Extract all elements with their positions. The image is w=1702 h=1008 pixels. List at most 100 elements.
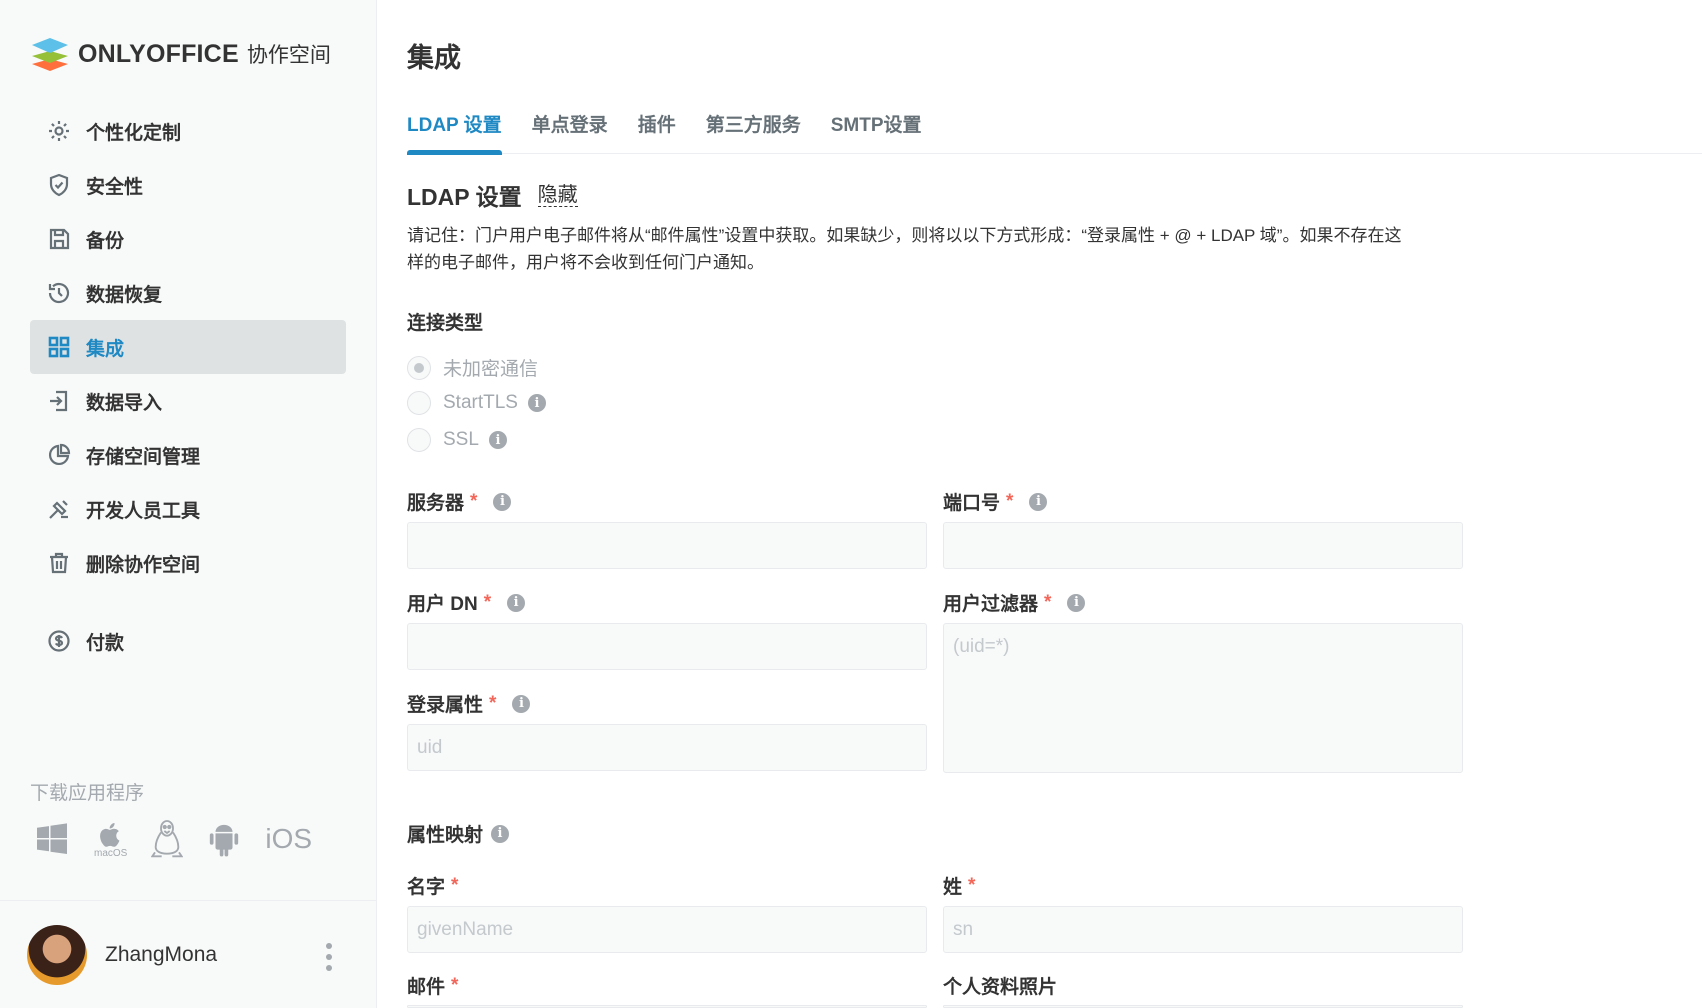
nav-item-integration[interactable]: 集成 [30, 320, 346, 374]
nav-divider [30, 590, 346, 614]
last-name-label: 姓 * [943, 872, 975, 899]
label-text: 姓 [943, 877, 963, 898]
label-text: 服务器 [407, 493, 465, 514]
tab-sso[interactable]: 单点登录 [532, 104, 608, 154]
tab-smtp-settings[interactable]: SMTP设置 [831, 104, 922, 154]
port-label: 端口号 * i [943, 488, 1048, 515]
login-attribute-input[interactable]: uid [407, 724, 927, 771]
radio-starttls[interactable]: StartTLS i [407, 391, 546, 415]
user-dn-label: 用户 DN * i [407, 589, 526, 616]
required-mark: * [1006, 490, 1014, 512]
tab-third-party-services[interactable]: 第三方服务 [706, 104, 801, 154]
nav-item-storage-management[interactable]: 存储空间管理 [30, 428, 346, 482]
required-mark: * [451, 874, 459, 896]
nav-label: 集成 [86, 338, 125, 360]
trash-icon [46, 550, 72, 576]
label-text: 连接类型 [407, 313, 484, 334]
label-text: 个人资料照片 [943, 977, 1058, 998]
import-icon [46, 388, 72, 414]
attribute-mapping-label: 属性映射 i [407, 820, 510, 847]
nav-item-payment[interactable]: 付款 [30, 614, 346, 668]
info-icon[interactable]: i [1067, 593, 1086, 612]
nav-label: 数据恢复 [86, 284, 163, 306]
main-content: 集成 LDAP 设置 单点登录 插件 第三方服务 SMTP设置 LDAP 设置 … [378, 0, 1702, 1008]
info-icon[interactable]: i [527, 394, 546, 412]
radio-button[interactable] [407, 391, 431, 415]
radio-button[interactable] [407, 428, 431, 452]
label-text: 邮件 [407, 977, 446, 998]
required-mark: * [1044, 591, 1052, 613]
more-options-icon[interactable] [325, 943, 333, 971]
windows-icon[interactable] [34, 821, 70, 857]
brand-name: ONLYOFFICE [78, 39, 239, 68]
user-dn-input[interactable] [407, 623, 927, 670]
label-text: 用户过滤器 [943, 594, 1039, 615]
label-text: 登录属性 [407, 695, 484, 716]
nav-label: 备份 [86, 230, 125, 252]
login-attribute-label: 登录属性 * i [407, 690, 531, 717]
tab-plugins[interactable]: 插件 [638, 104, 676, 154]
avatar-photo-label: 个人资料照片 [943, 972, 1057, 999]
nav-label: 个性化定制 [86, 122, 182, 144]
label-text: 用户 DN [407, 594, 478, 615]
nav-item-delete-workspace[interactable]: 删除协作空间 [30, 536, 346, 590]
radio-unencrypted[interactable]: 未加密通信 [407, 354, 538, 381]
nav-item-customization[interactable]: 个性化定制 [30, 104, 346, 158]
nav-item-security[interactable]: 安全性 [30, 158, 346, 212]
radio-label: SSL [443, 429, 479, 450]
macos-label: macOS [94, 847, 128, 859]
user-filter-textarea[interactable]: (uid=*) [943, 623, 1463, 773]
radio-label: 未加密通信 [443, 359, 539, 380]
pie-chart-icon [46, 442, 72, 468]
brand-logo[interactable]: ONLYOFFICE 协作空间 [30, 34, 331, 74]
avatar[interactable] [27, 924, 87, 985]
nav-item-backup[interactable]: 备份 [30, 212, 346, 266]
section-title-text: LDAP 设置 [407, 184, 522, 210]
nav-item-developer-tools[interactable]: 开发人员工具 [30, 482, 346, 536]
grid-icon [46, 334, 72, 360]
payment-icon [46, 628, 72, 654]
onlyoffice-logo-icon [32, 38, 68, 71]
notice-line: 样的电子邮件，用户将不会收到任何门户通知。 [407, 253, 764, 272]
required-mark: * [470, 490, 478, 512]
connection-type-label: 连接类型 [407, 308, 483, 335]
nav-label: 开发人员工具 [86, 500, 201, 522]
required-mark: * [489, 692, 497, 714]
nav-item-restore[interactable]: 数据恢复 [30, 266, 346, 320]
apple-icon[interactable]: macOS [94, 820, 127, 859]
section-title: LDAP 设置 隐藏 [407, 178, 578, 212]
ios-label: iOS [265, 823, 313, 854]
first-name-label: 名字 * [407, 872, 458, 899]
info-icon[interactable]: i [488, 431, 507, 449]
label-text: 端口号 [943, 493, 1001, 514]
info-icon[interactable]: i [493, 492, 512, 511]
port-input[interactable] [943, 522, 1463, 569]
info-icon[interactable]: i [507, 593, 526, 612]
required-mark: * [968, 874, 976, 896]
server-input[interactable] [407, 522, 927, 569]
email-label: 邮件 * [407, 972, 458, 999]
developer-tools-icon [46, 496, 72, 522]
tab-ldap-settings[interactable]: LDAP 设置 [407, 104, 502, 155]
hide-link[interactable]: 隐藏 [537, 184, 578, 207]
radio-button[interactable] [407, 355, 431, 380]
label-text: 属性映射 [407, 825, 484, 846]
android-icon[interactable] [207, 820, 241, 858]
nav-label: 安全性 [86, 176, 144, 198]
download-apps: macOS iOS [34, 816, 312, 862]
nav-item-data-import[interactable]: 数据导入 [30, 374, 346, 428]
tab-bar: LDAP 设置 单点登录 插件 第三方服务 SMTP设置 [407, 104, 1702, 155]
info-icon[interactable]: i [1029, 492, 1048, 511]
shield-icon [46, 172, 72, 198]
save-icon [46, 226, 72, 252]
linux-icon[interactable] [151, 819, 184, 859]
first-name-input[interactable]: givenName [407, 906, 927, 953]
last-name-input[interactable]: sn [943, 906, 1463, 953]
info-icon[interactable]: i [491, 824, 510, 843]
ios-icon[interactable]: iOS [265, 823, 312, 855]
server-label: 服务器 * i [407, 488, 512, 515]
user-profile[interactable]: ZhangMona [0, 900, 377, 1008]
nav-label: 存储空间管理 [86, 446, 201, 468]
radio-ssl[interactable]: SSL i [407, 428, 507, 452]
info-icon[interactable]: i [512, 694, 531, 713]
